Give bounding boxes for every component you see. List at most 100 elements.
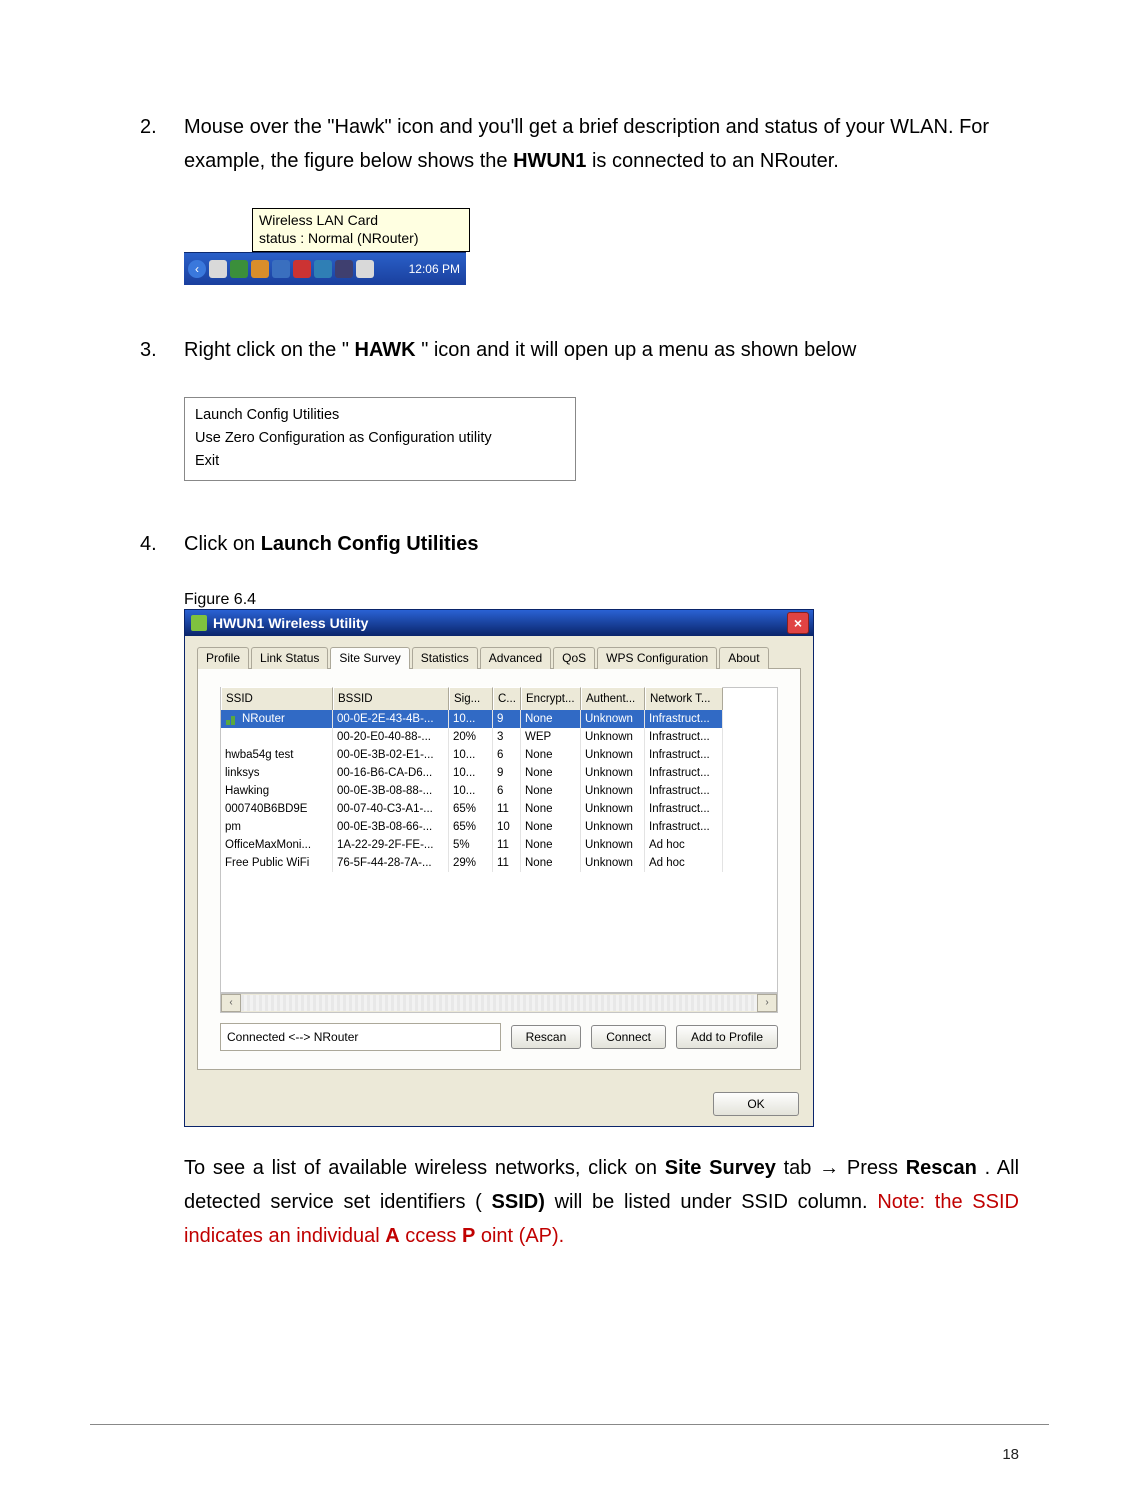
scroll-right-icon[interactable]: › (757, 994, 777, 1012)
figure-label: Figure 6.4 (184, 591, 1019, 609)
table-cell: None (521, 836, 581, 854)
app-icon (191, 615, 207, 631)
ctx-item-exit[interactable]: Exit (195, 450, 565, 473)
table-cell: 9 (493, 764, 521, 782)
footer-rule (90, 1424, 1049, 1425)
table-cell: 11 (493, 800, 521, 818)
col-channel[interactable]: C... (493, 687, 521, 711)
wireless-utility-window: HWUN1 Wireless Utility × Profile Link St… (184, 609, 814, 1127)
tab-qos[interactable]: QoS (553, 647, 595, 669)
table-row[interactable]: pm00-0E-3B-08-66-...65%10NoneUnknownInfr… (221, 818, 777, 836)
table-row[interactable]: 00-20-E0-40-88-...20%3WEPUnknownInfrastr… (221, 728, 777, 746)
table-cell: 6 (493, 782, 521, 800)
networks-grid[interactable]: SSID BSSID Sig... C... Encrypt... Authen… (220, 687, 778, 993)
arrow-icon: → (819, 1157, 839, 1179)
connect-button[interactable]: Connect (591, 1025, 666, 1049)
tab-site-survey[interactable]: Site Survey (330, 647, 409, 669)
close-icon[interactable]: × (787, 612, 809, 634)
table-row[interactable]: 000740B6BD9E00-07-40-C3-A1-...65%11NoneU… (221, 800, 777, 818)
rescan-button[interactable]: Rescan (511, 1025, 582, 1049)
titlebar: HWUN1 Wireless Utility × (185, 610, 813, 636)
tooltip-line-1: Wireless LAN Card (259, 212, 463, 230)
table-cell: 10... (449, 764, 493, 782)
tray-icon[interactable] (314, 260, 332, 278)
table-cell: 11 (493, 836, 521, 854)
table-cell: 10... (449, 782, 493, 800)
table-cell: Infrastruct... (645, 782, 723, 800)
table-row[interactable]: hwba54g test00-0E-3B-02-E1-...10...6None… (221, 746, 777, 764)
tray-icon[interactable] (293, 260, 311, 278)
table-cell: Unknown (581, 800, 645, 818)
table-cell: Unknown (581, 854, 645, 872)
table-cell: 00-16-B6-CA-D6... (333, 764, 449, 782)
table-cell: Ad hoc (645, 854, 723, 872)
table-cell: 00-0E-3B-08-88-... (333, 782, 449, 800)
table-cell: Unknown (581, 728, 645, 746)
ctx-item-launch[interactable]: Launch Config Utilities (195, 404, 565, 427)
table-cell: 65% (449, 818, 493, 836)
col-signal[interactable]: Sig... (449, 687, 493, 711)
table-cell: WEP (521, 728, 581, 746)
step-2: 2. Mouse over the "Hawk" icon and you'll… (140, 110, 1019, 178)
table-cell: 000740B6BD9E (221, 800, 333, 818)
table-row[interactable]: NRouter00-0E-2E-43-4B-...10...9NoneUnkno… (221, 710, 777, 728)
table-cell: 76-5F-44-28-7A-... (333, 854, 449, 872)
add-profile-button[interactable]: Add to Profile (676, 1025, 778, 1049)
tab-about[interactable]: About (719, 647, 768, 669)
tab-advanced[interactable]: Advanced (480, 647, 551, 669)
grid-hscroll[interactable]: ‹ › (220, 993, 778, 1013)
table-cell: Unknown (581, 782, 645, 800)
table-cell: None (521, 710, 581, 728)
tray-icon[interactable] (272, 260, 290, 278)
table-cell: None (521, 746, 581, 764)
col-encrypt[interactable]: Encrypt... (521, 687, 581, 711)
tab-panel: SSID BSSID Sig... C... Encrypt... Authen… (197, 669, 801, 1070)
tab-link-status[interactable]: Link Status (251, 647, 328, 669)
table-row[interactable]: linksys00-16-B6-CA-D6...10...9NoneUnknow… (221, 764, 777, 782)
tab-wps[interactable]: WPS Configuration (597, 647, 717, 669)
step-3-text-b: " icon and it will open up a menu as sho… (421, 339, 856, 361)
table-cell: NRouter (221, 710, 333, 728)
window-title: HWUN1 Wireless Utility (213, 615, 368, 631)
table-row[interactable]: OfficeMaxMoni...1A-22-29-2F-FE-...5%11No… (221, 836, 777, 854)
table-cell: Ad hoc (645, 836, 723, 854)
table-cell: 10... (449, 710, 493, 728)
col-auth[interactable]: Authent... (581, 687, 645, 711)
step-4-number: 4. (140, 527, 184, 561)
tab-statistics[interactable]: Statistics (412, 647, 478, 669)
ok-button[interactable]: OK (713, 1092, 799, 1116)
table-cell: 00-20-E0-40-88-... (333, 728, 449, 746)
table-cell: 00-07-40-C3-A1-... (333, 800, 449, 818)
tray-icon[interactable] (335, 260, 353, 278)
table-cell: Infrastruct... (645, 764, 723, 782)
table-cell: 10... (449, 746, 493, 764)
table-row[interactable]: Free Public WiFi76-5F-44-28-7A-...29%11N… (221, 854, 777, 872)
tray-expand-icon[interactable]: ‹ (188, 260, 206, 278)
col-bssid[interactable]: BSSID (333, 687, 449, 711)
scroll-left-icon[interactable]: ‹ (221, 994, 241, 1012)
tab-profile[interactable]: Profile (197, 647, 249, 669)
tray-icon[interactable] (209, 260, 227, 278)
table-cell: None (521, 854, 581, 872)
col-nettype[interactable]: Network T... (645, 687, 723, 711)
context-menu: Launch Config Utilities Use Zero Configu… (184, 397, 576, 481)
table-cell: 00-0E-3B-02-E1-... (333, 746, 449, 764)
table-cell: Unknown (581, 764, 645, 782)
grid-empty-area (221, 872, 777, 992)
ctx-item-zeroconf[interactable]: Use Zero Configuration as Configuration … (195, 427, 565, 450)
step-4-bold: Launch Config Utilities (261, 533, 479, 555)
scroll-track[interactable] (241, 995, 757, 1011)
table-cell: 00-0E-3B-08-66-... (333, 818, 449, 836)
table-cell: Unknown (581, 746, 645, 764)
tray-icon[interactable] (251, 260, 269, 278)
taskbar: ‹ 12:06 PM (184, 252, 466, 285)
step-2-text-b: is connected to an NRouter. (592, 150, 839, 172)
table-row[interactable]: Hawking00-0E-3B-08-88-...10...6NoneUnkno… (221, 782, 777, 800)
body-paragraph: To see a list of available wireless netw… (184, 1151, 1019, 1253)
col-ssid[interactable]: SSID (221, 687, 333, 711)
step-4-text-a: Click on (184, 533, 261, 555)
tooltip-line-2: status : Normal (NRouter) (259, 230, 463, 248)
step-3: 3. Right click on the " HAWK " icon and … (140, 333, 1019, 367)
tray-icon[interactable] (356, 260, 374, 278)
tray-icon[interactable] (230, 260, 248, 278)
